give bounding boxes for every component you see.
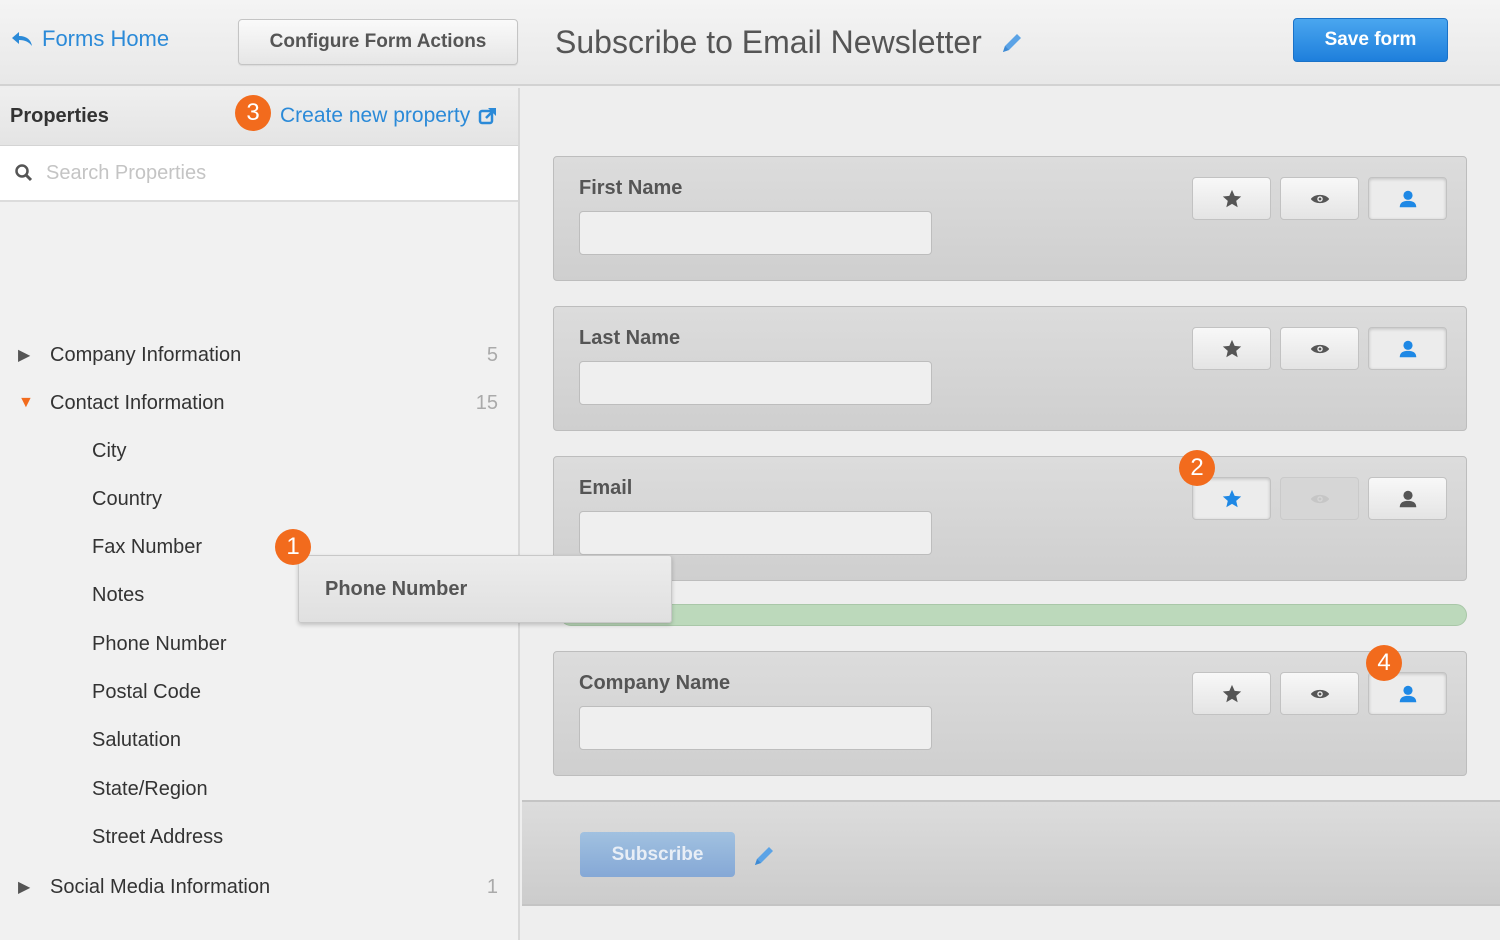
caret-right-icon: ▶	[18, 879, 31, 896]
reply-arrow-icon	[12, 32, 32, 46]
create-new-property-label: Create new property	[280, 104, 471, 127]
subscribe-button[interactable]: Subscribe	[580, 832, 735, 877]
search-icon	[15, 164, 33, 182]
group-count: 5	[486, 343, 498, 366]
hidden-toggle[interactable]	[1280, 327, 1359, 370]
hidden-toggle[interactable]	[1280, 672, 1359, 715]
property-item[interactable]: State/Region	[92, 778, 208, 801]
group-count: 1	[486, 875, 498, 898]
first-name-input[interactable]	[579, 211, 932, 255]
drop-zone-indicator	[560, 604, 1467, 626]
edit-title-pencil-icon[interactable]	[1000, 31, 1024, 55]
group-contact-information[interactable]: ▼ Contact Information 15	[0, 383, 518, 423]
forms-home-label: Forms Home	[42, 26, 170, 51]
save-form-button[interactable]: Save form	[1293, 18, 1448, 62]
required-toggle[interactable]	[1192, 177, 1271, 220]
eye-icon	[1310, 344, 1329, 353]
field-label: First Name	[579, 177, 683, 199]
form-title-text: Subscribe to Email Newsletter	[555, 24, 982, 60]
group-count: 15	[475, 391, 498, 414]
property-item[interactable]: Fax Number	[92, 536, 202, 559]
external-link-icon	[479, 108, 497, 125]
user-icon	[1399, 490, 1416, 507]
annotation-badge-2: 2	[1179, 450, 1215, 486]
forms-home-link[interactable]: Forms Home	[10, 26, 169, 52]
group-label: Social Media Information	[50, 875, 271, 898]
email-input[interactable]	[579, 511, 932, 555]
field-last-name[interactable]: Last Name	[553, 306, 1467, 431]
property-item[interactable]: Phone Number	[92, 633, 227, 656]
field-first-name[interactable]: First Name	[553, 156, 1467, 281]
smart-field-toggle[interactable]	[1368, 327, 1447, 370]
caret-down-icon: ▼	[18, 394, 34, 411]
hidden-toggle[interactable]	[1280, 177, 1359, 220]
property-search	[0, 146, 518, 202]
last-name-input[interactable]	[579, 361, 932, 405]
smart-field-toggle[interactable]	[1368, 477, 1447, 520]
star-icon	[1222, 189, 1241, 207]
field-company-name[interactable]: Company Name	[553, 651, 1467, 776]
star-icon	[1222, 684, 1241, 702]
property-item[interactable]: Country	[92, 488, 162, 511]
company-name-input[interactable]	[579, 706, 932, 750]
required-toggle[interactable]	[1192, 327, 1271, 370]
property-item[interactable]: Street Address	[92, 826, 223, 849]
eye-icon	[1310, 689, 1329, 698]
dragged-property-ghost[interactable]: Phone Number	[298, 555, 672, 623]
smart-field-toggle[interactable]	[1368, 177, 1447, 220]
field-label: Last Name	[579, 327, 681, 349]
configure-form-actions-button[interactable]: Configure Form Actions	[238, 19, 518, 65]
field-label: Company Name	[579, 672, 731, 694]
properties-header: Properties 3 Create new property	[0, 88, 518, 146]
property-item[interactable]: Postal Code	[92, 681, 201, 704]
eye-icon	[1310, 494, 1329, 503]
group-label: Contact Information	[50, 391, 225, 414]
field-email[interactable]: Email	[553, 456, 1467, 581]
top-bar: Forms Home Configure Form Actions Subscr…	[0, 0, 1500, 86]
form-footer: Subscribe	[522, 800, 1500, 906]
group-label: Company Information	[50, 343, 242, 366]
properties-sidebar: Properties 3 Create new property ▶ Compa…	[0, 88, 520, 940]
property-item[interactable]: Notes	[92, 584, 144, 607]
star-icon	[1222, 489, 1241, 507]
create-new-property-link[interactable]: Create new property	[280, 104, 498, 128]
canvas-bottom	[522, 906, 1500, 940]
hidden-toggle[interactable]	[1280, 477, 1359, 520]
search-properties-input[interactable]	[46, 161, 486, 185]
annotation-badge-3: 3	[235, 95, 271, 131]
required-toggle[interactable]	[1192, 672, 1271, 715]
star-icon	[1222, 339, 1241, 357]
annotation-badge-4: 4	[1366, 645, 1402, 681]
user-icon	[1399, 340, 1416, 357]
caret-right-icon: ▶	[18, 347, 31, 364]
edit-button-pencil-icon[interactable]	[752, 844, 776, 868]
property-item[interactable]: Salutation	[92, 729, 181, 752]
property-item[interactable]: City	[92, 440, 126, 463]
properties-title: Properties	[10, 105, 109, 127]
group-social-media-information[interactable]: ▶ Social Media Information 1	[0, 867, 518, 907]
user-icon	[1399, 685, 1416, 702]
group-company-information[interactable]: ▶ Company Information 5	[0, 335, 518, 375]
eye-icon	[1310, 194, 1329, 203]
field-label: Email	[579, 477, 633, 499]
annotation-badge-1: 1	[275, 529, 311, 565]
form-title: Subscribe to Email Newsletter	[555, 24, 1024, 61]
user-icon	[1399, 190, 1416, 207]
